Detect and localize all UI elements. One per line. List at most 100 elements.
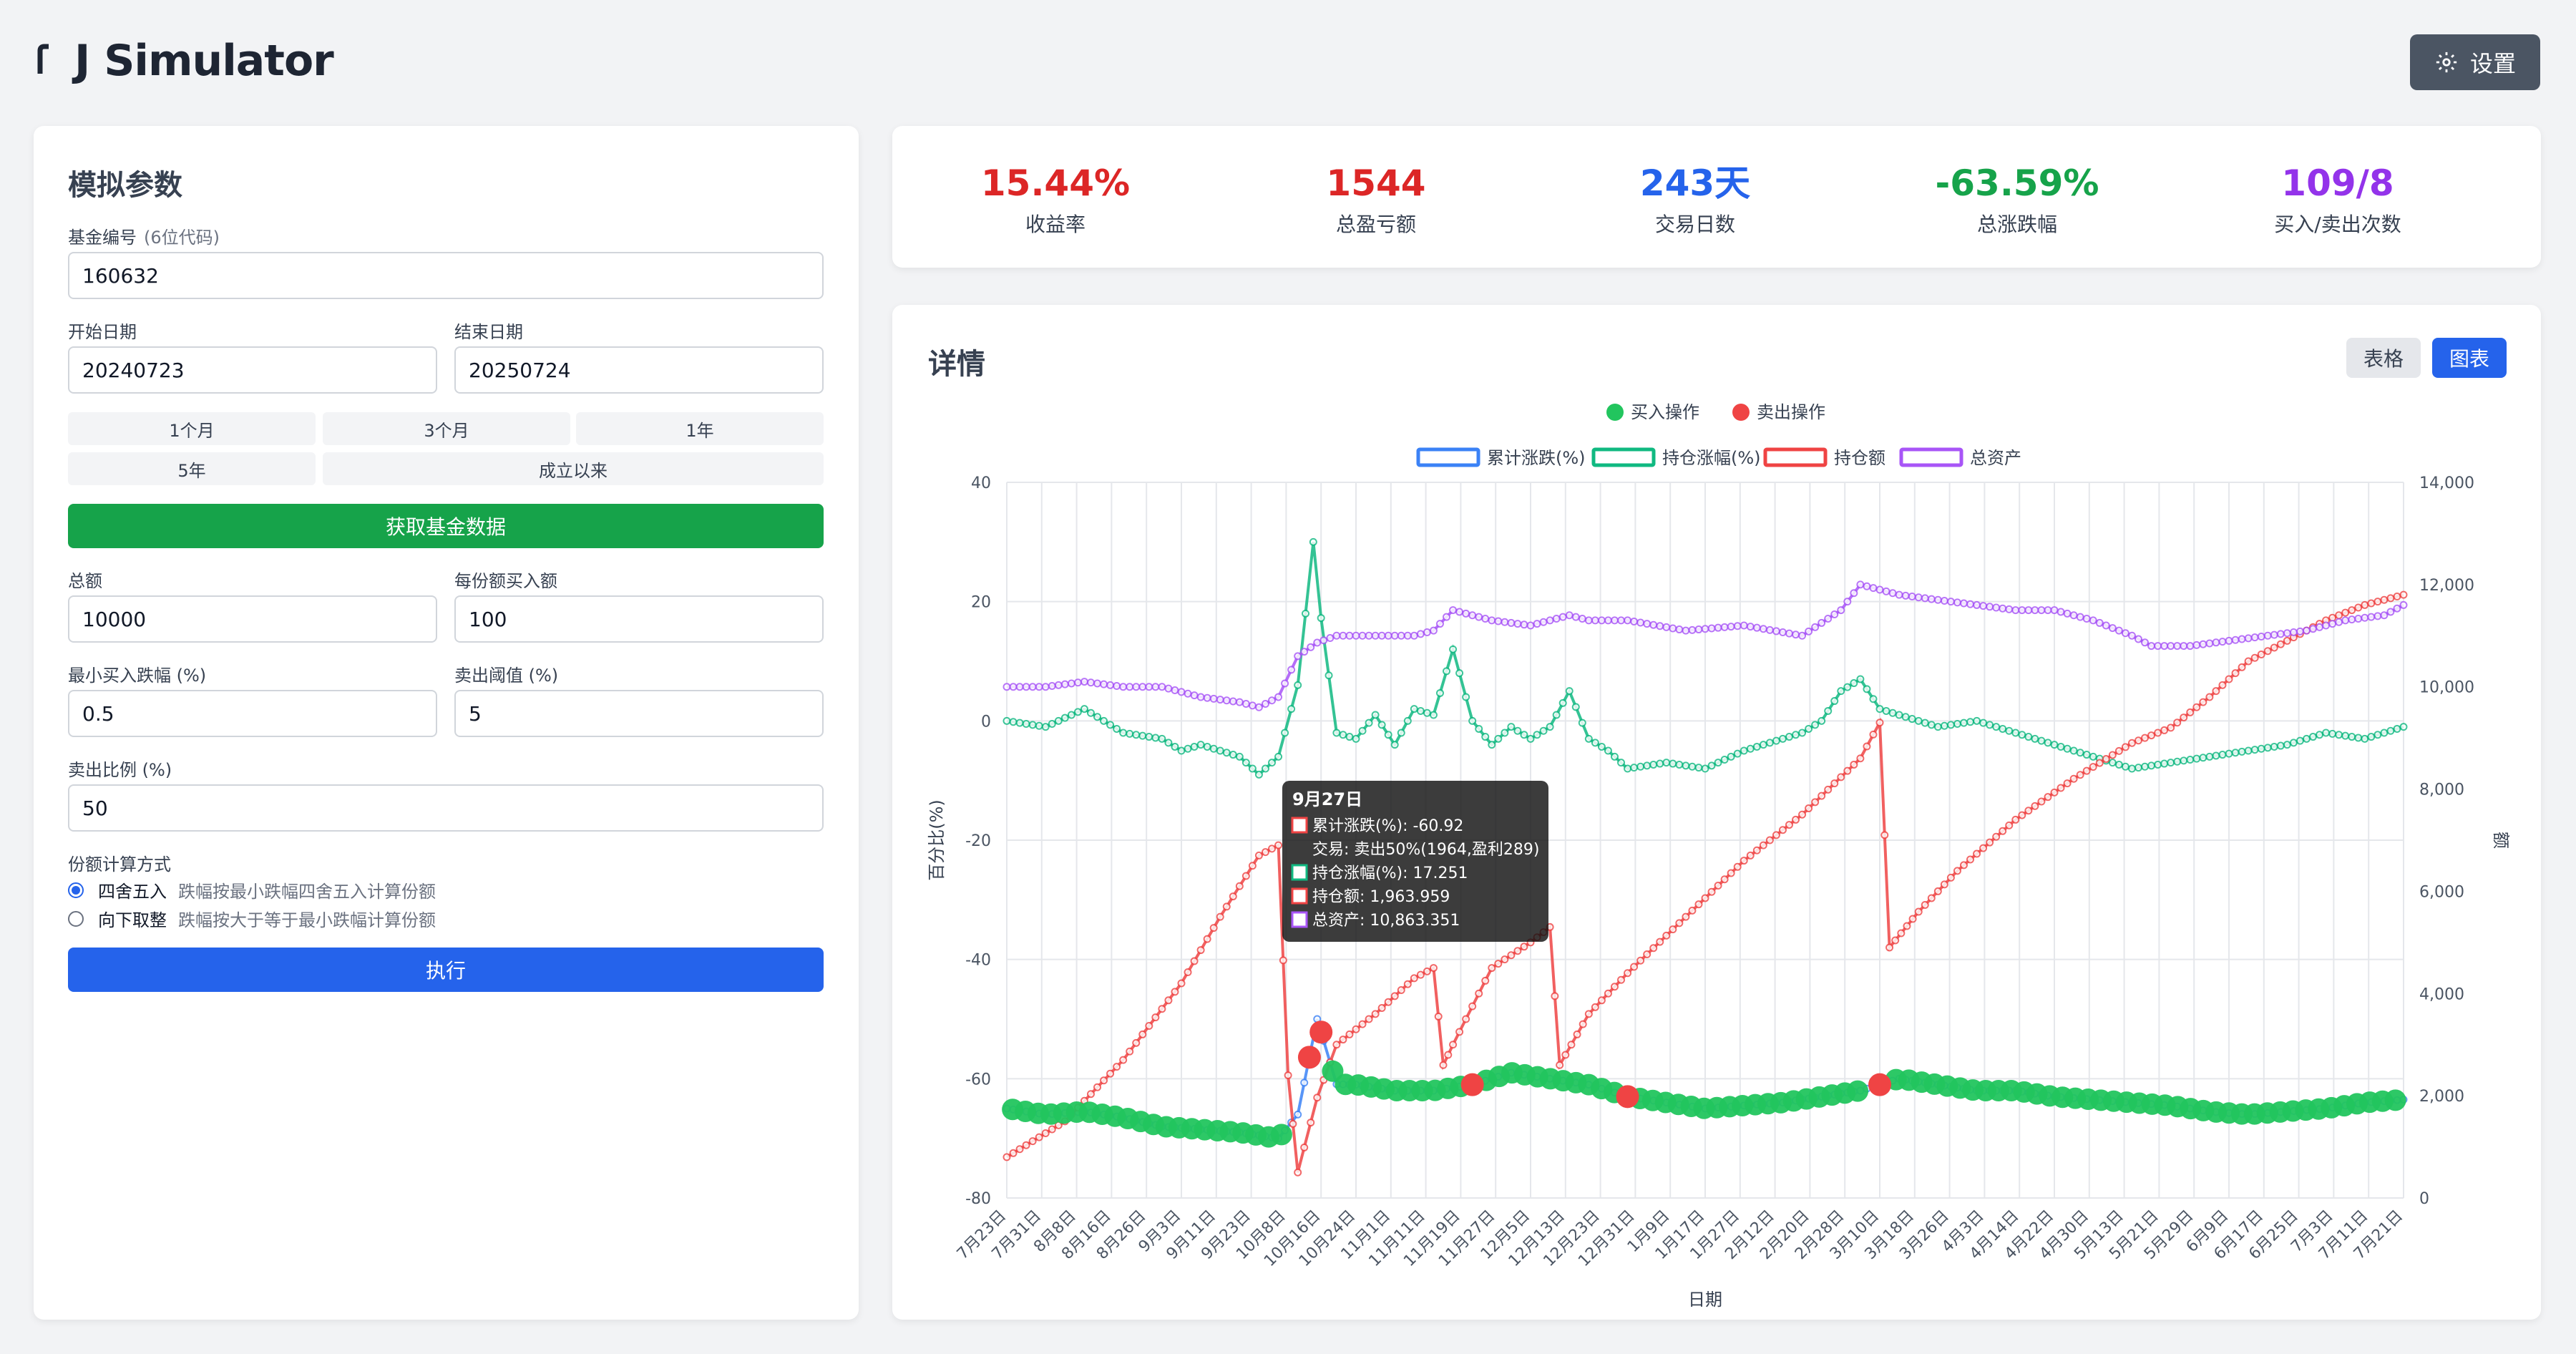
series-point [1035, 683, 1043, 691]
series-point [1324, 671, 1333, 680]
series-point [1714, 881, 1722, 890]
radio-floor[interactable] [68, 910, 84, 927]
series-point [1209, 694, 1218, 703]
series-point [2134, 764, 2142, 772]
run-button[interactable]: 执行 [68, 948, 824, 992]
range-5y-button[interactable]: 5年 [68, 452, 316, 485]
series-point [1727, 623, 1735, 631]
series-point [1268, 759, 1277, 767]
series-point [1561, 1051, 1570, 1059]
series-point [1339, 631, 1347, 640]
series-point [1345, 1030, 1354, 1038]
series-point [1973, 600, 1981, 609]
series-point [1261, 764, 1269, 773]
series-point [1377, 1004, 1386, 1013]
calc-option-round[interactable]: 四舍五入 跌幅按最小跌幅四舍五入计算份额 [68, 877, 436, 902]
fund-code-input[interactable] [68, 252, 824, 299]
end-date-input[interactable] [454, 346, 824, 394]
series-point [2186, 756, 2195, 764]
series-point [1100, 716, 1108, 725]
series-point [1254, 851, 1263, 859]
series-point [1584, 1010, 1593, 1018]
series-point [2108, 751, 2117, 759]
settings-button[interactable]: 设置 [2410, 34, 2540, 90]
series-point [2121, 629, 2129, 638]
series-point [1539, 726, 1548, 735]
series-point [1093, 713, 1102, 721]
range-1y-button[interactable]: 1年 [576, 412, 824, 445]
series-point [1403, 716, 1412, 725]
range-1m-button[interactable]: 1个月 [68, 412, 316, 445]
series-point [1875, 705, 1884, 713]
series-point [1624, 969, 1632, 978]
series-point [1307, 1119, 1315, 1127]
series-point [2302, 626, 2311, 635]
radio-round[interactable] [68, 882, 84, 898]
series-point [1597, 616, 1606, 625]
series-point [1468, 1002, 1477, 1010]
series-point [2095, 618, 2104, 627]
series-point [1507, 723, 1516, 731]
range-3m-button[interactable]: 3个月 [323, 412, 570, 445]
series-point [2380, 595, 2389, 604]
series-legend-label: 持仓额 [1834, 448, 1885, 468]
series-point [1203, 742, 1211, 751]
settings-label: 设置 [2469, 50, 2516, 77]
series-point [1241, 872, 1250, 880]
series-point [1501, 955, 1509, 964]
series-point [1520, 620, 1528, 629]
series-point [1145, 1022, 1153, 1031]
series-point [2393, 724, 2401, 733]
series-point [1513, 620, 1522, 628]
series-point [1158, 1005, 1166, 1013]
series-point [1494, 617, 1503, 625]
fetch-data-button[interactable]: 获取基金数据 [68, 504, 824, 548]
series-point [1384, 998, 1392, 1006]
series-point [1727, 752, 1735, 761]
series-point [1113, 682, 1121, 691]
sell-threshold-input[interactable] [454, 690, 824, 737]
series-point [1759, 841, 1767, 849]
series-point [1850, 760, 1858, 769]
sell-ratio-input[interactable] [68, 784, 824, 832]
series-point [1591, 616, 1599, 625]
app-title: J Simulator [36, 36, 334, 86]
min-drop-input[interactable] [68, 690, 437, 737]
series-point [1908, 593, 1916, 601]
series-point [1229, 751, 1237, 759]
series-point [1423, 628, 1431, 637]
start-date-input[interactable] [68, 346, 437, 394]
series-point [1086, 678, 1095, 687]
series-point [1959, 599, 1968, 608]
series-point [2044, 739, 2052, 747]
series-point [1326, 634, 1335, 643]
per-share-input[interactable] [454, 595, 824, 643]
detail-panel: 详情 表格 图表 40 20 0 -20 -40 -60 -80 14,000 12,000 10… [892, 305, 2541, 1320]
series-point [2354, 603, 2363, 612]
stats-panel: 15.44% 收益率 1544 总盈亏额 243天 交易日数 -63.59% 总… [892, 126, 2541, 268]
series-point [1811, 798, 1820, 807]
series-point [2276, 630, 2285, 638]
params-heading: 模拟参数 [68, 169, 182, 202]
series-point [1332, 729, 1341, 737]
series-point [2069, 611, 2078, 620]
calc-option-floor[interactable]: 向下取整 跌幅按大于等于最小跌幅计算份额 [68, 906, 436, 931]
total-input[interactable] [68, 595, 437, 643]
series-point [1100, 1076, 1108, 1085]
series-point [2141, 638, 2150, 647]
series-point [1254, 703, 1263, 711]
series-point [1707, 624, 1716, 633]
series-point [2354, 614, 2363, 623]
y-right-tick-label: 14,000 [2419, 474, 2474, 492]
series-point [1740, 621, 1748, 630]
series-point [1953, 867, 1961, 875]
series-point [1888, 708, 1897, 717]
series-point [1636, 956, 1645, 965]
series-point [2367, 599, 2376, 608]
y-left-tick-label: 20 [971, 594, 991, 612]
marker-legend-dot [1606, 404, 1624, 421]
series-point [1720, 756, 1729, 764]
series-point [2283, 741, 2291, 749]
range-since-inception-button[interactable]: 成立以来 [323, 452, 824, 485]
series-point [1132, 683, 1141, 691]
